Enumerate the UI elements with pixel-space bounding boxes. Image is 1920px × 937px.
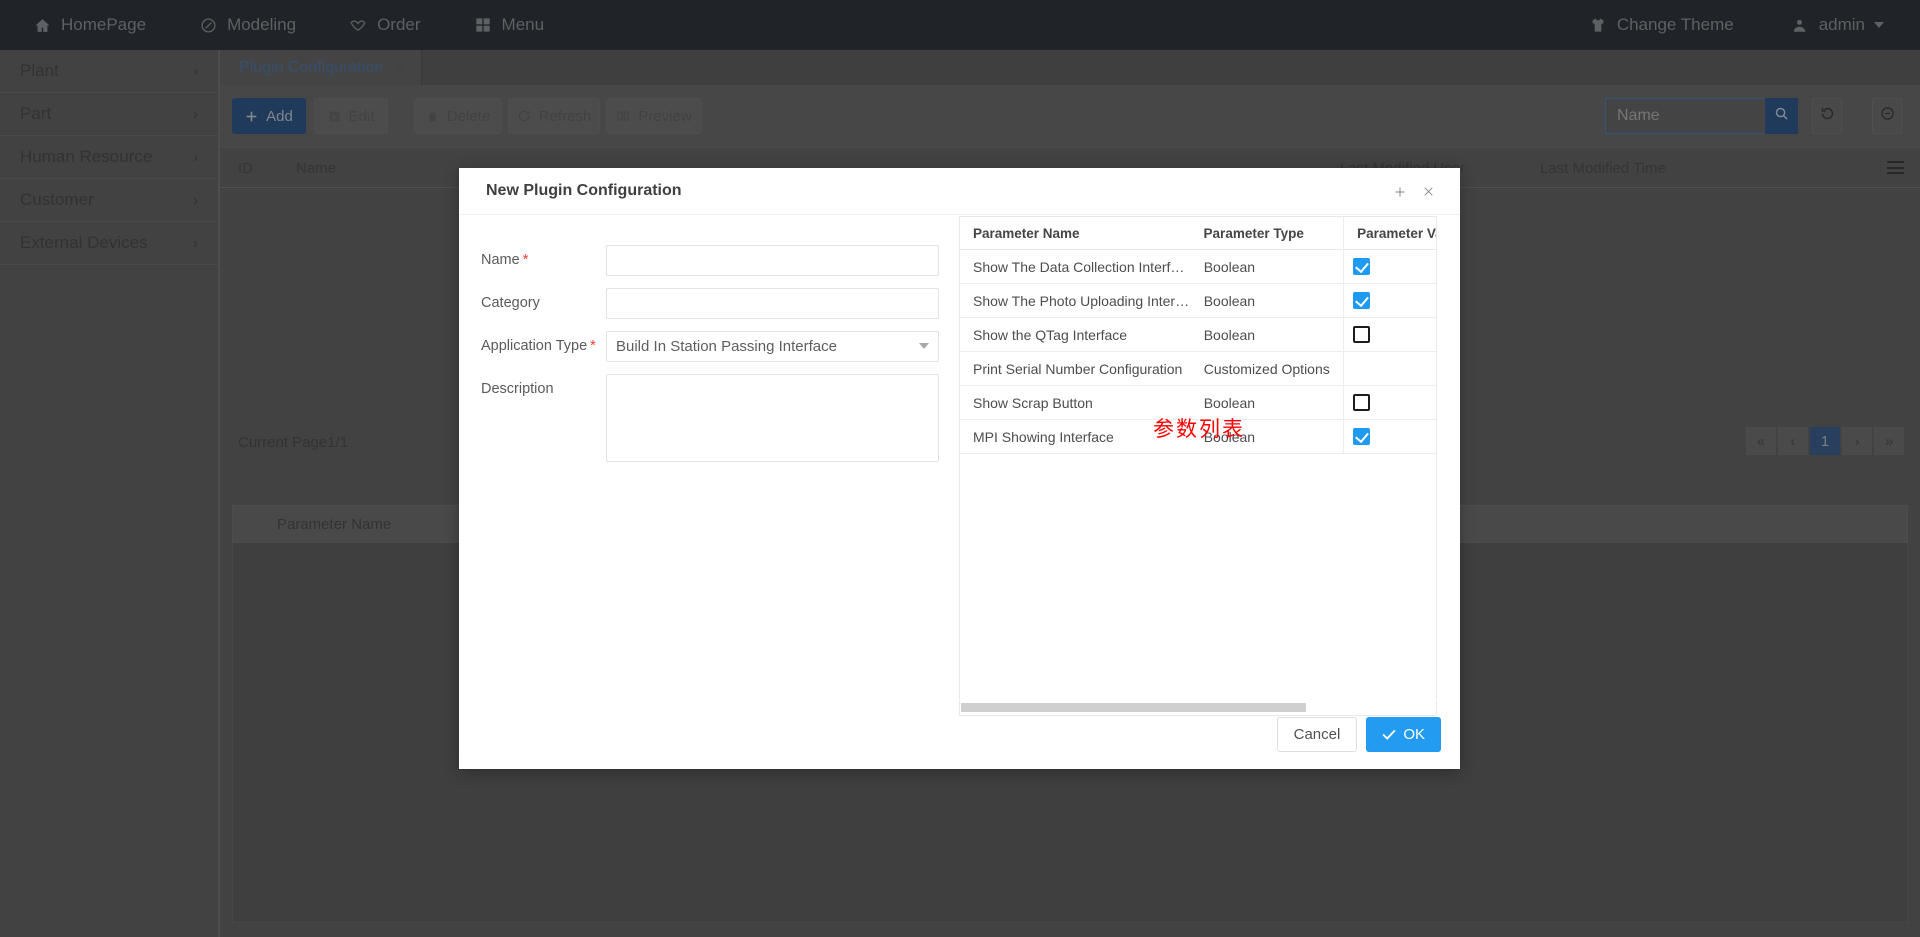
table-row[interactable]: Show The Data Collection Interf… Boolean	[960, 250, 1436, 284]
dialog-footer: Cancel OK	[459, 699, 1460, 769]
param-type-cell: Boolean	[1203, 326, 1256, 343]
form-row-category: Category	[481, 288, 939, 319]
description-field-label: Description	[481, 381, 554, 397]
required-marker: *	[522, 252, 529, 268]
param-column-header-name[interactable]: Parameter Name	[960, 217, 1191, 249]
table-row[interactable]: Show the QTag Interface Boolean	[960, 318, 1436, 352]
param-value-cell[interactable]	[1343, 352, 1436, 385]
name-field-label: Name *	[481, 245, 606, 268]
ok-button-label: OK	[1403, 726, 1425, 743]
param-value-checkbox[interactable]	[1353, 258, 1371, 275]
param-value-checkbox[interactable]	[1353, 326, 1371, 343]
name-label-text: Name	[481, 252, 520, 268]
param-column-header-type[interactable]: Parameter Type	[1191, 217, 1344, 249]
param-value-checkbox[interactable]	[1353, 292, 1371, 309]
dialog-form: Name * Category Application Type * Build I…	[459, 215, 959, 695]
param-type-cell: Boolean	[1203, 292, 1256, 309]
param-type-cell: Boolean	[1203, 258, 1256, 275]
description-textarea[interactable]	[606, 374, 939, 462]
category-field-label: Category	[481, 295, 540, 311]
application-type-selected-value: Build In Station Passing Interface	[616, 338, 837, 355]
param-value-cell	[1343, 284, 1436, 317]
table-row[interactable]: Print Serial Number Configuration Custom…	[960, 352, 1436, 386]
param-value-cell	[1343, 250, 1436, 283]
parameter-list-annotation: 参数列表	[1153, 417, 1245, 441]
param-value-cell	[1343, 318, 1436, 351]
form-row-name: Name *	[481, 245, 939, 276]
required-marker: *	[590, 338, 596, 354]
form-row-application-type: Application Type * Build In Station Passi…	[481, 331, 939, 362]
param-column-header-value[interactable]: Parameter Va	[1343, 217, 1436, 249]
application-type-label-text: Application Type	[481, 338, 588, 354]
form-row-description: Description	[481, 374, 939, 462]
table-row[interactable]: Show The Photo Uploading Inter… Boolean	[960, 284, 1436, 318]
dialog-header: New Plugin Configuration	[459, 168, 1460, 215]
param-name-cell: Print Serial Number Configuration	[973, 360, 1183, 377]
close-icon[interactable]	[1418, 181, 1439, 202]
parameter-table-header-row: Parameter Name Parameter Type Parameter …	[960, 217, 1436, 250]
application-type-select[interactable]: Build In Station Passing Interface	[606, 331, 939, 362]
param-name-cell: Show The Photo Uploading Inter…	[973, 292, 1190, 309]
cancel-button[interactable]: Cancel	[1276, 717, 1358, 752]
param-name-cell: Show the QTag Interface	[973, 326, 1128, 343]
plus-icon[interactable]	[1389, 181, 1410, 202]
ok-button[interactable]: OK	[1366, 717, 1441, 752]
parameter-list-table: Parameter Name Parameter Type Parameter …	[959, 216, 1437, 716]
param-value-checkbox[interactable]	[1353, 394, 1371, 411]
dialog-title: New Plugin Configuration	[486, 182, 682, 199]
application-type-field-label: Application Type *	[481, 331, 606, 354]
check-icon	[1382, 727, 1396, 743]
param-name-cell: Show The Data Collection Interf…	[973, 258, 1185, 275]
param-type-cell: Customized Options	[1203, 360, 1330, 377]
name-input[interactable]	[606, 245, 939, 276]
category-input[interactable]	[606, 288, 939, 319]
new-plugin-configuration-dialog: New Plugin Configuration Name * Category …	[459, 168, 1460, 769]
chevron-down-icon	[919, 343, 929, 349]
